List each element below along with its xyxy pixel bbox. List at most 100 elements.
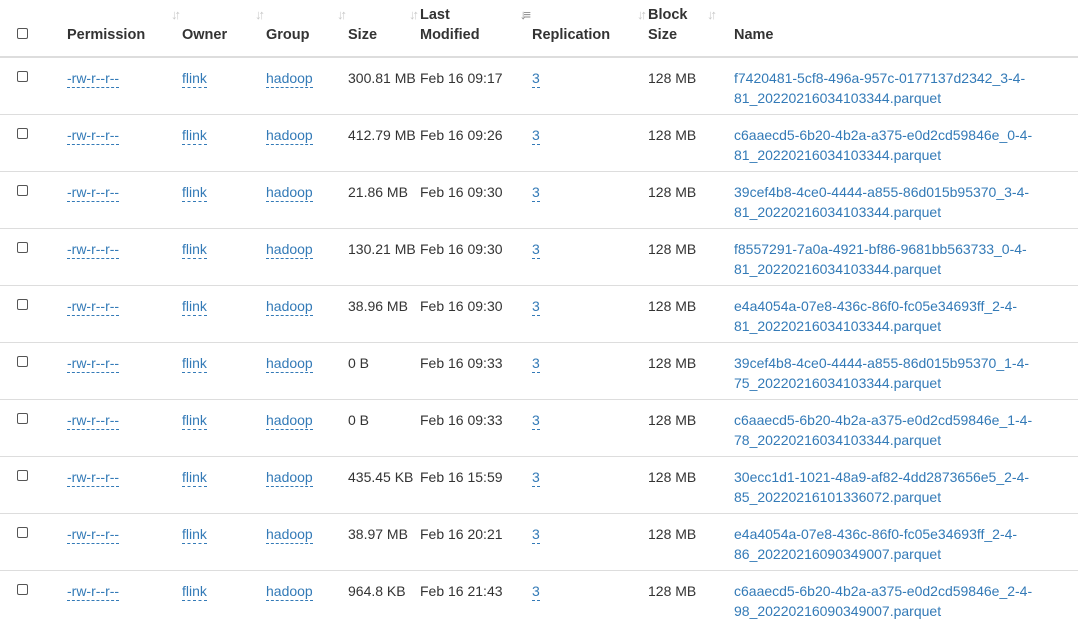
replication-link[interactable]: 3 <box>532 241 540 259</box>
replication-link[interactable]: 3 <box>532 412 540 430</box>
row-checkbox[interactable] <box>17 71 28 82</box>
replication-link[interactable]: 3 <box>532 184 540 202</box>
sort-icon[interactable]: ↓↑ <box>255 7 265 22</box>
owner-cell: flink <box>182 57 266 114</box>
block-size-value: 128 MB <box>648 354 697 371</box>
file-name-link[interactable]: e4a4054a-07e8-436c-86f0-fc05e34693ff_2-4… <box>734 296 1064 336</box>
group-link[interactable]: hadoop <box>266 127 313 145</box>
group-link[interactable]: hadoop <box>266 70 313 88</box>
last-modified-cell: Feb 16 09:26 <box>420 113 532 171</box>
last-modified-value: Feb 16 09:30 <box>420 297 503 314</box>
owner-link[interactable]: flink <box>182 70 207 88</box>
sort-icon[interactable]: ↓↑ <box>637 7 647 22</box>
size-value: 0 B <box>348 411 370 428</box>
owner-link[interactable]: flink <box>182 526 207 544</box>
column-header-group[interactable]: Group ↓↑ <box>266 0 348 58</box>
row-checkbox[interactable] <box>17 184 28 196</box>
owner-link[interactable]: flink <box>182 241 207 259</box>
permission-cell: -rw-r--r-- <box>67 569 182 627</box>
row-checkbox[interactable] <box>17 526 28 538</box>
replication-link[interactable]: 3 <box>532 127 540 145</box>
file-name-link[interactable]: 30ecc1d1-1021-48a9-af82-4dd2873656e5_2-4… <box>734 467 1064 507</box>
column-header-owner[interactable]: Owner ↓↑ <box>182 0 266 58</box>
size-value: 435.45 KB <box>348 468 414 485</box>
permission-link[interactable]: -rw-r--r-- <box>67 526 120 544</box>
permission-cell: -rw-r--r-- <box>67 227 182 285</box>
permission-link[interactable]: -rw-r--r-- <box>67 412 120 430</box>
owner-cell: flink <box>182 227 266 285</box>
block-size-value: 128 MB <box>648 582 697 599</box>
replication-link[interactable]: 3 <box>532 70 540 88</box>
select-all-checkbox[interactable] <box>17 28 28 39</box>
file-name-link[interactable]: e4a4054a-07e8-436c-86f0-fc05e34693ff_2-4… <box>734 524 1064 564</box>
row-select-cell <box>0 227 67 285</box>
replication-link[interactable]: 3 <box>532 298 540 316</box>
row-checkbox[interactable] <box>17 241 28 253</box>
group-link[interactable]: hadoop <box>266 184 313 202</box>
group-link[interactable]: hadoop <box>266 469 313 487</box>
row-checkbox[interactable] <box>17 469 28 481</box>
permission-link[interactable]: -rw-r--r-- <box>67 355 120 373</box>
file-name-link[interactable]: 39cef4b8-4ce0-4444-a855-86d015b95370_3-4… <box>734 182 1064 222</box>
owner-link[interactable]: flink <box>182 412 207 430</box>
last-modified-cell: Feb 16 20:21 <box>420 512 532 570</box>
column-header-replication[interactable]: Replication ↓↑ <box>532 0 648 58</box>
permission-link[interactable]: -rw-r--r-- <box>67 184 120 202</box>
column-header-name[interactable]: Name <box>734 0 1078 58</box>
file-name-link[interactable]: c6aaecd5-6b20-4b2a-a375-e0d2cd59846e_0-4… <box>734 125 1064 165</box>
group-link[interactable]: hadoop <box>266 298 313 316</box>
sort-icon[interactable]: ↓↑ <box>707 7 717 22</box>
owner-link[interactable]: flink <box>182 184 207 202</box>
replication-link[interactable]: 3 <box>532 526 540 544</box>
permission-link[interactable]: -rw-r--r-- <box>67 298 120 316</box>
size-cell: 300.81 MB <box>348 57 420 114</box>
sort-icon[interactable]: ↓↑ <box>171 7 181 22</box>
replication-link[interactable]: 3 <box>532 583 540 601</box>
column-header-permission[interactable]: Permission ↓↑ <box>67 0 182 58</box>
group-cell: hadoop <box>266 113 348 171</box>
file-name-link[interactable]: 39cef4b8-4ce0-4444-a855-86d015b95370_1-4… <box>734 353 1064 393</box>
permission-link[interactable]: -rw-r--r-- <box>67 70 120 88</box>
file-name-link[interactable]: c6aaecd5-6b20-4b2a-a375-e0d2cd59846e_2-4… <box>734 581 1064 621</box>
group-cell: hadoop <box>266 57 348 114</box>
group-link[interactable]: hadoop <box>266 412 313 430</box>
permission-link[interactable]: -rw-r--r-- <box>67 127 120 145</box>
file-browser-table: Permission ↓↑ Owner ↓↑ Group ↓↑ Size ↓↑ Last… <box>0 0 1078 627</box>
permission-link[interactable]: -rw-r--r-- <box>67 469 120 487</box>
column-header-last-modified[interactable]: Last Modified ↓≡ <box>420 0 532 58</box>
file-name-link[interactable]: f7420481-5cf8-496a-957c-0177137d2342_3-4… <box>734 68 1064 108</box>
size-value: 964.8 KB <box>348 582 406 599</box>
size-value: 38.96 MB <box>348 297 408 314</box>
row-checkbox[interactable] <box>17 298 28 310</box>
replication-cell: 3 <box>532 170 648 228</box>
permission-link[interactable]: -rw-r--r-- <box>67 583 120 601</box>
permission-link[interactable]: -rw-r--r-- <box>67 241 120 259</box>
owner-link[interactable]: flink <box>182 355 207 373</box>
row-select-cell <box>0 284 67 342</box>
owner-link[interactable]: flink <box>182 583 207 601</box>
row-checkbox[interactable] <box>17 583 28 595</box>
file-name-link[interactable]: f8557291-7a0a-4921-bf86-9681bb563733_0-4… <box>734 239 1064 279</box>
block-size-value: 128 MB <box>648 297 697 314</box>
row-checkbox[interactable] <box>17 355 28 367</box>
sort-icon[interactable]: ↓↑ <box>337 7 347 22</box>
group-link[interactable]: hadoop <box>266 583 313 601</box>
block-size-value: 128 MB <box>648 240 697 257</box>
size-cell: 21.86 MB <box>348 170 420 228</box>
owner-link[interactable]: flink <box>182 127 207 145</box>
group-link[interactable]: hadoop <box>266 241 313 259</box>
replication-link[interactable]: 3 <box>532 355 540 373</box>
group-link[interactable]: hadoop <box>266 355 313 373</box>
replication-link[interactable]: 3 <box>532 469 540 487</box>
owner-link[interactable]: flink <box>182 298 207 316</box>
sort-icon[interactable]: ↓↑ <box>409 7 419 22</box>
file-name-link[interactable]: c6aaecd5-6b20-4b2a-a375-e0d2cd59846e_1-4… <box>734 410 1064 450</box>
row-checkbox[interactable] <box>17 127 28 139</box>
owner-link[interactable]: flink <box>182 469 207 487</box>
owner-cell: flink <box>182 284 266 342</box>
row-checkbox[interactable] <box>17 412 28 424</box>
group-link[interactable]: hadoop <box>266 526 313 544</box>
sort-ascending-icon[interactable]: ↓≡ <box>520 7 531 22</box>
column-header-block-size[interactable]: Block Size ↓↑ <box>648 0 734 58</box>
column-header-size[interactable]: Size ↓↑ <box>348 0 420 58</box>
